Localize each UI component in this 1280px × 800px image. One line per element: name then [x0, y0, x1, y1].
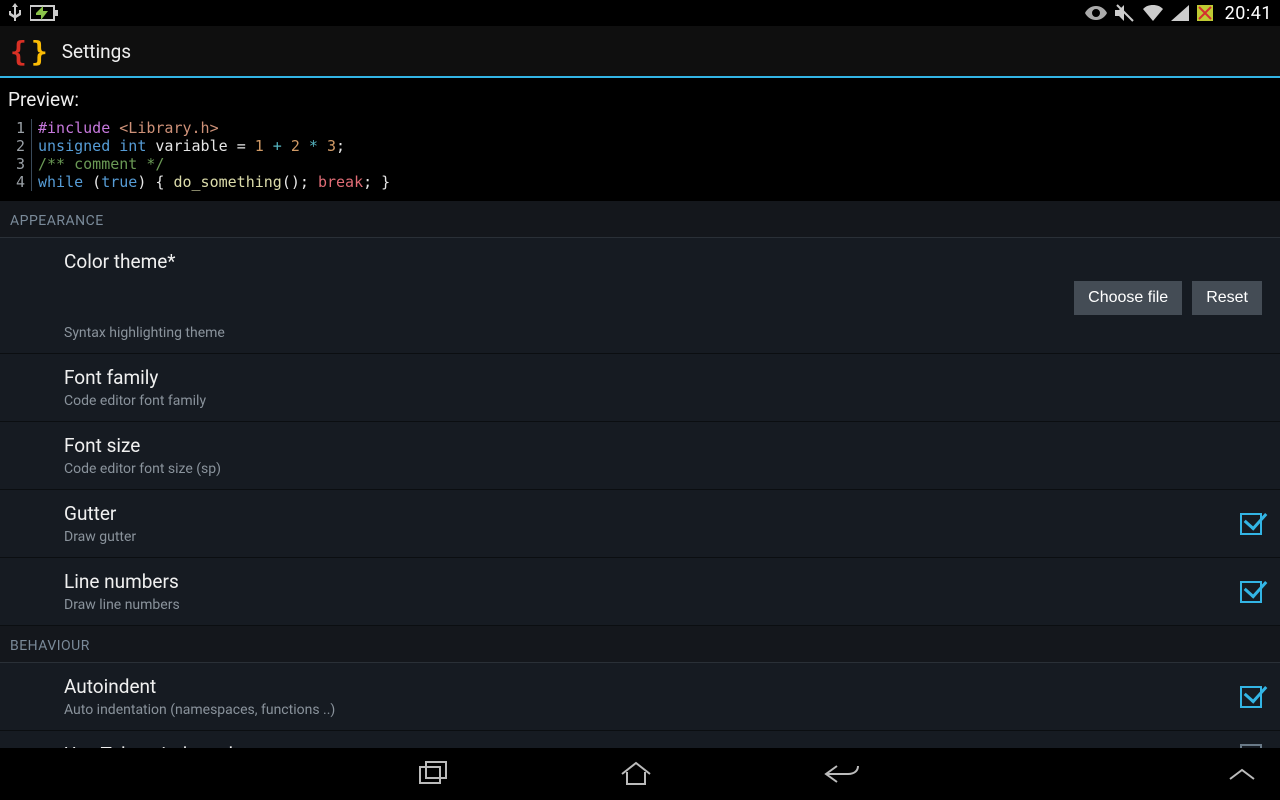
- status-bar: 20:41: [0, 0, 1280, 26]
- section-behaviour: Behaviour: [0, 626, 1280, 663]
- reset-button[interactable]: Reset: [1192, 281, 1262, 315]
- recent-apps-button[interactable]: [419, 761, 449, 787]
- expand-button[interactable]: [1228, 767, 1256, 781]
- pref-color-theme[interactable]: Color theme* Choose file Reset Syntax hi…: [0, 238, 1280, 354]
- action-bar: {} Settings: [0, 26, 1280, 78]
- pref-font-size[interactable]: Font size Code editor font size (sp): [0, 422, 1280, 490]
- page-title: Settings: [62, 40, 131, 63]
- signal-icon: [1171, 5, 1189, 21]
- app-icon: {}: [10, 35, 48, 68]
- pref-autoindent[interactable]: Autoindent Auto indentation (namespaces,…: [0, 663, 1280, 731]
- pref-gutter[interactable]: Gutter Draw gutter: [0, 490, 1280, 558]
- preview-label: Preview:: [0, 78, 1280, 119]
- checkbox-autoindent[interactable]: [1240, 686, 1262, 708]
- no-sim-icon: [1197, 5, 1213, 21]
- home-button[interactable]: [619, 761, 653, 787]
- checkbox-line-numbers[interactable]: [1240, 581, 1262, 603]
- navigation-bar: [0, 748, 1280, 800]
- mute-icon: [1115, 4, 1135, 22]
- pref-summary: Syntax highlighting theme: [64, 325, 1262, 341]
- section-appearance: Appearance: [0, 201, 1280, 238]
- eye-icon: [1085, 6, 1107, 20]
- pref-font-family[interactable]: Font family Code editor font family: [0, 354, 1280, 422]
- pref-title: Color theme*: [64, 250, 1262, 273]
- wifi-icon: [1143, 5, 1163, 21]
- battery-charging-icon: [30, 5, 60, 21]
- code-preview: 1 #include <Library.h> 2 unsigned int va…: [0, 119, 1280, 201]
- status-clock: 20:41: [1225, 3, 1272, 24]
- usb-icon: [8, 3, 22, 23]
- pref-line-numbers[interactable]: Line numbers Draw line numbers: [0, 558, 1280, 626]
- checkbox-gutter[interactable]: [1240, 513, 1262, 535]
- settings-list: Appearance Color theme* Choose file Rese…: [0, 201, 1280, 773]
- back-button[interactable]: [823, 763, 861, 785]
- choose-file-button[interactable]: Choose file: [1074, 281, 1182, 315]
